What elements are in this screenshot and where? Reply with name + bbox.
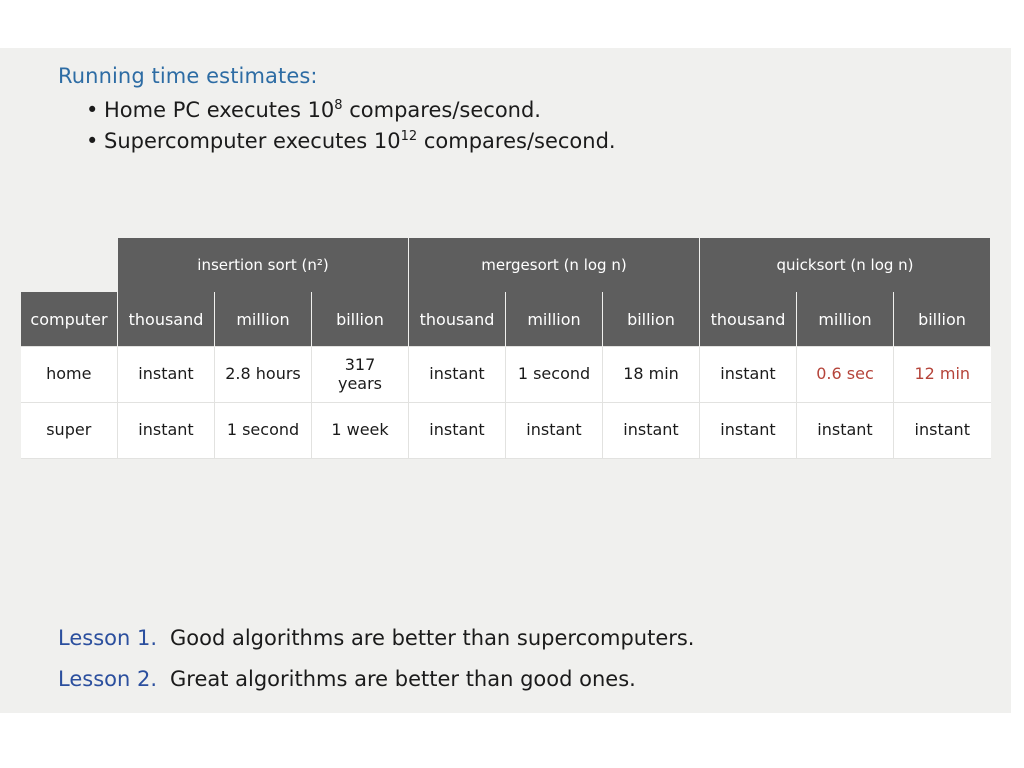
table-subheader-row: computer thousand million billion thousa… xyxy=(20,292,992,347)
bullet-dot-icon: • xyxy=(86,129,99,154)
column-group-insertion-sort: insertion sort (n²) xyxy=(117,238,409,292)
bullet-text-prefix: Supercomputer executes 10 xyxy=(104,129,401,154)
row-label-home: home xyxy=(20,346,118,403)
bullet-text-suffix: compares/second. xyxy=(342,98,541,123)
cell-super-mergesort-million: instant xyxy=(505,402,603,459)
column-group-mergesort: mergesort (n log n) xyxy=(408,238,700,292)
cell-home-insertion-million: 2.8 hours xyxy=(214,346,312,403)
lesson-label-1: Lesson 1. xyxy=(58,626,158,650)
bullet-list: • Home PC executes 108 compares/second. •… xyxy=(58,95,958,157)
cell-home-quicksort-billion: 12 min xyxy=(892,346,991,403)
bullet-exponent: 12 xyxy=(400,129,418,145)
lesson-row-2: Lesson 2. Great algorithms are better tha… xyxy=(58,659,958,700)
column-header-mergesort-thousand: thousand xyxy=(408,292,506,347)
column-header-insertion-thousand: thousand xyxy=(117,292,215,347)
page-title: Running time estimates: xyxy=(58,64,318,88)
slide-canvas: Running time estimates: • Home PC execute… xyxy=(0,48,1011,713)
cell-line-2: years xyxy=(337,373,383,393)
column-group-quicksort: quicksort (n log n) xyxy=(698,238,992,292)
bullet-dot-icon: • xyxy=(86,98,99,123)
lesson-row-1: Lesson 1. Good algorithms are better than… xyxy=(58,618,958,659)
cell-home-insertion-thousand: instant xyxy=(117,346,215,403)
column-header-computer: computer xyxy=(20,292,118,347)
column-header-quicksort-thousand: thousand xyxy=(699,292,797,347)
column-header-quicksort-billion: billion xyxy=(892,292,992,347)
cell-home-mergesort-thousand: instant xyxy=(408,346,506,403)
cell-super-insertion-billion: 1 week xyxy=(311,402,409,459)
table-body: home instant 2.8 hours 317 years instant… xyxy=(20,346,991,459)
row-label-super: super xyxy=(20,402,118,459)
bullet-exponent: 8 xyxy=(334,98,343,114)
column-header-mergesort-billion: billion xyxy=(602,292,700,347)
table-group-header-row: insertion sort (n²) mergesort (n log n) … xyxy=(20,238,992,292)
cell-super-mergesort-billion: instant xyxy=(602,402,700,459)
heading-block: Running time estimates: • Home PC execute… xyxy=(58,64,958,157)
cell-super-quicksort-million: instant xyxy=(796,402,894,459)
cell-line-1: 317 xyxy=(344,354,376,374)
list-item: • Home PC executes 108 compares/second. xyxy=(58,95,958,126)
cell-super-quicksort-billion: instant xyxy=(892,402,991,459)
table-corner-spacer xyxy=(20,238,118,292)
lesson-text-2: Great algorithms are better than good on… xyxy=(170,666,636,691)
cell-home-quicksort-thousand: instant xyxy=(699,346,797,403)
cell-super-mergesort-thousand: instant xyxy=(408,402,506,459)
cell-home-insertion-billion: 317 years xyxy=(311,346,409,403)
table-header: insertion sort (n²) mergesort (n log n) … xyxy=(20,238,992,347)
lessons-block: Lesson 1. Good algorithms are better than… xyxy=(58,618,958,700)
cell-home-mergesort-million: 1 second xyxy=(505,346,603,403)
running-time-table: insertion sort (n²) mergesort (n log n) … xyxy=(20,238,992,459)
list-item: • Supercomputer executes 1012 compares/se… xyxy=(58,126,958,157)
column-header-insertion-billion: billion xyxy=(311,292,409,347)
cell-home-mergesort-billion: 18 min xyxy=(602,346,700,403)
cell-super-insertion-million: 1 second xyxy=(214,402,312,459)
column-header-insertion-million: million xyxy=(214,292,312,347)
cell-home-quicksort-million: 0.6 sec xyxy=(796,346,894,403)
lesson-text-1: Good algorithms are better than supercom… xyxy=(170,626,695,650)
cell-super-quicksort-thousand: instant xyxy=(699,402,797,459)
bullet-text-suffix: compares/second. xyxy=(417,129,616,154)
cell-super-insertion-thousand: instant xyxy=(117,402,215,459)
table-row: home instant 2.8 hours 317 years instant… xyxy=(20,346,991,403)
column-header-mergesort-million: million xyxy=(505,292,603,347)
table-row: super instant 1 second 1 week instant in… xyxy=(20,402,991,459)
column-header-quicksort-million: million xyxy=(796,292,894,347)
lesson-label-2: Lesson 2. xyxy=(58,666,158,691)
bullet-text-prefix: Home PC executes 10 xyxy=(104,98,335,123)
